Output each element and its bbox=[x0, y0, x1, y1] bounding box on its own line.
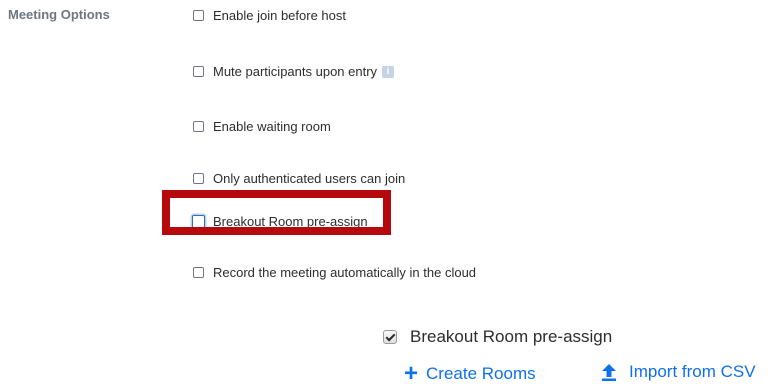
create-rooms-label: Create Rooms bbox=[426, 364, 536, 383]
option-label: Only authenticated users can join bbox=[213, 171, 406, 186]
option-label: Record the meeting automatically in the … bbox=[213, 265, 477, 280]
option-record-automatically[interactable]: Record the meeting automatically in the … bbox=[193, 265, 476, 280]
import-csv-label: Import from CSV bbox=[629, 362, 756, 381]
option-label: Enable waiting room bbox=[213, 119, 331, 134]
option-only-authenticated-users[interactable]: Only authenticated users can join bbox=[193, 171, 405, 186]
plus-icon: + bbox=[404, 360, 419, 387]
checkbox-enable-waiting-room[interactable] bbox=[193, 121, 204, 132]
checkbox-mute-participants[interactable] bbox=[193, 66, 204, 77]
checkbox-record-automatically[interactable] bbox=[193, 267, 204, 278]
checkbox-only-authenticated-users[interactable] bbox=[193, 173, 204, 184]
checkbox-enable-join-before-host[interactable] bbox=[193, 10, 204, 21]
create-rooms-link[interactable]: + Create Rooms bbox=[404, 362, 536, 386]
option-label: Enable join before host bbox=[213, 8, 346, 23]
section-label: Meeting Options bbox=[8, 7, 110, 22]
breakout-detail-label: Breakout Room pre-assign bbox=[410, 327, 613, 346]
breakout-detail-option[interactable]: Breakout Room pre-assign bbox=[383, 327, 612, 347]
upload-icon bbox=[602, 363, 616, 381]
option-mute-participants[interactable]: Mute participants upon entry i bbox=[193, 64, 395, 79]
option-label: Mute participants upon entry bbox=[213, 64, 378, 79]
highlight-box bbox=[162, 190, 391, 235]
import-csv-link[interactable]: Import from CSV bbox=[602, 362, 756, 382]
option-enable-waiting-room[interactable]: Enable waiting room bbox=[193, 119, 331, 134]
checkbox-breakout-detail[interactable] bbox=[383, 330, 397, 344]
info-icon[interactable]: i bbox=[382, 65, 395, 78]
option-enable-join-before-host[interactable]: Enable join before host bbox=[193, 8, 346, 23]
